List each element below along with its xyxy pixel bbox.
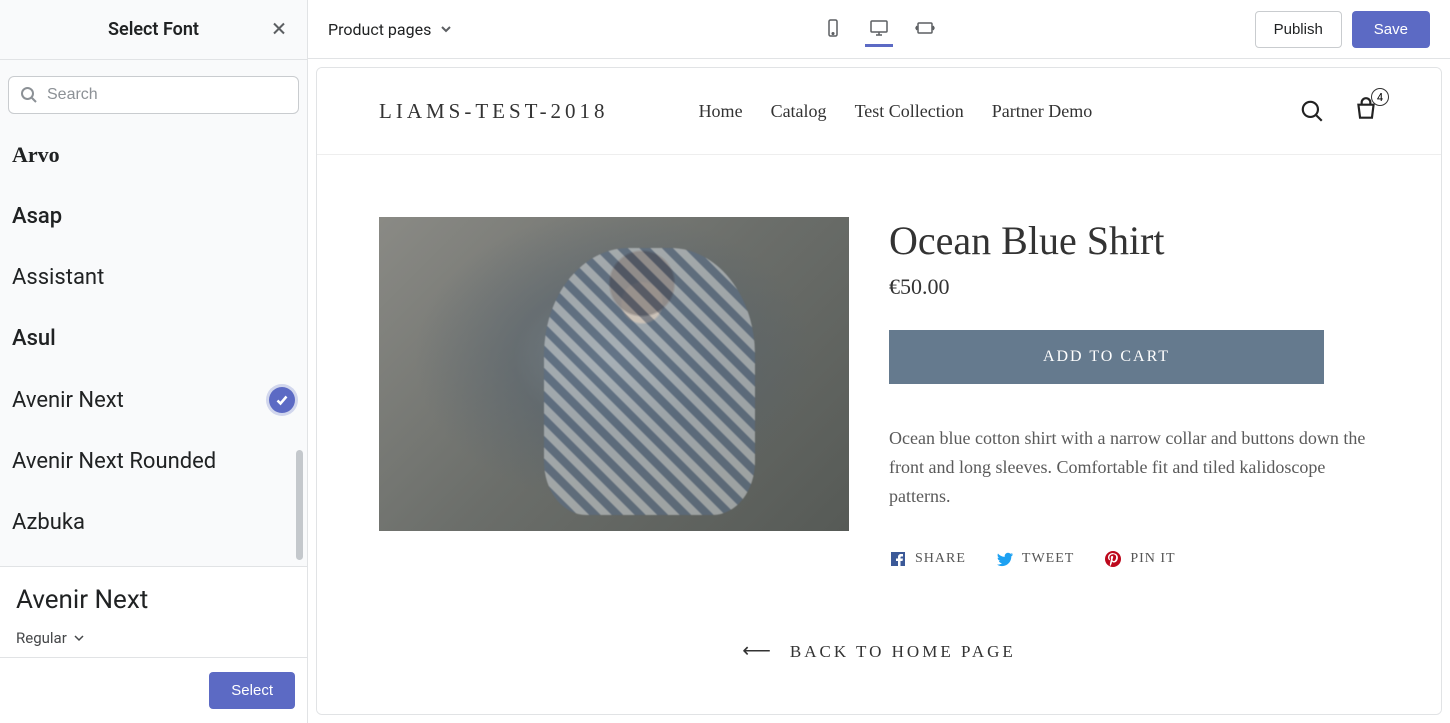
top-actions: Publish Save xyxy=(1255,11,1430,48)
cart-count-badge: 4 xyxy=(1371,88,1389,106)
share-row: SHARE TWEET PIN IT xyxy=(889,550,1379,568)
nav-home[interactable]: Home xyxy=(699,101,743,122)
nav-catalog[interactable]: Catalog xyxy=(771,101,827,122)
weight-label: Regular xyxy=(16,629,67,647)
store-header: LIAMS-TEST-2018 Home Catalog Test Collec… xyxy=(317,68,1441,155)
page-selector-label: Product pages xyxy=(328,20,431,39)
device-desktop-button[interactable] xyxy=(865,12,893,47)
font-picker-sidebar: Select Font Arvo Asap Assistant Asul Ave… xyxy=(0,0,308,723)
product-info: Ocean Blue Shirt €50.00 ADD TO CART Ocea… xyxy=(889,217,1379,568)
pin-label: PIN IT xyxy=(1130,551,1175,567)
font-name: Avenir Next Rounded xyxy=(12,449,216,474)
font-name: Asap xyxy=(12,204,62,229)
font-name: Arvo xyxy=(12,142,60,168)
font-item-assistant[interactable]: Assistant xyxy=(0,247,307,308)
font-item-avenir-next-rounded[interactable]: Avenir Next Rounded xyxy=(0,431,307,492)
sidebar-title: Select Font xyxy=(108,19,199,40)
font-name: Azbuka xyxy=(12,510,85,535)
share-facebook[interactable]: SHARE xyxy=(889,550,966,568)
store-actions: 4 xyxy=(1299,96,1379,126)
device-switcher xyxy=(819,12,939,47)
nav-test-collection[interactable]: Test Collection xyxy=(855,101,964,122)
twitter-icon xyxy=(996,550,1014,568)
share-label: SHARE xyxy=(915,551,966,567)
font-name: Avenir Next xyxy=(12,388,124,413)
font-name: Assistant xyxy=(12,265,104,290)
font-item-azbuka[interactable]: Azbuka xyxy=(0,492,307,553)
desktop-icon xyxy=(869,18,889,38)
store-nav: Home Catalog Test Collection Partner Dem… xyxy=(699,101,1093,122)
product-image[interactable] xyxy=(379,217,849,531)
font-item-avenir-next[interactable]: Avenir Next xyxy=(0,369,307,431)
fullwidth-icon xyxy=(915,18,935,38)
chevron-down-icon xyxy=(439,22,453,36)
product-title: Ocean Blue Shirt xyxy=(889,217,1379,264)
select-button[interactable]: Select xyxy=(209,672,295,709)
product-section: Ocean Blue Shirt €50.00 ADD TO CART Ocea… xyxy=(317,155,1441,598)
selected-font-panel: Avenir Next Regular xyxy=(0,566,307,657)
font-item-arvo[interactable]: Arvo xyxy=(0,124,307,186)
share-twitter[interactable]: TWEET xyxy=(996,550,1074,568)
preview-container: LIAMS-TEST-2018 Home Catalog Test Collec… xyxy=(308,59,1450,723)
back-to-home-link[interactable]: ⟵ BACK TO HOME PAGE xyxy=(317,598,1441,715)
sidebar-footer: Select xyxy=(0,657,307,723)
arrow-left-icon: ⟵ xyxy=(742,640,774,662)
add-to-cart-button[interactable]: ADD TO CART xyxy=(889,330,1324,384)
nav-partner-demo[interactable]: Partner Demo xyxy=(992,101,1092,122)
font-item-asap[interactable]: Asap xyxy=(0,186,307,247)
scrollbar-thumb[interactable] xyxy=(296,450,303,560)
font-name: Asul xyxy=(12,326,56,351)
chevron-down-icon xyxy=(73,632,85,644)
back-link-label: BACK TO HOME PAGE xyxy=(790,642,1016,661)
store-name[interactable]: LIAMS-TEST-2018 xyxy=(379,99,609,124)
search-icon xyxy=(19,85,39,105)
font-list[interactable]: Arvo Asap Assistant Asul Avenir Next Ave… xyxy=(0,124,307,566)
product-price: €50.00 xyxy=(889,274,1379,300)
topbar: Product pages Publish Save xyxy=(308,0,1450,59)
font-weight-selector[interactable]: Regular xyxy=(16,629,291,647)
tweet-label: TWEET xyxy=(1022,551,1074,567)
cart-button[interactable]: 4 xyxy=(1353,96,1379,126)
device-mobile-button[interactable] xyxy=(819,12,847,47)
pinterest-icon xyxy=(1104,550,1122,568)
publish-button[interactable]: Publish xyxy=(1255,11,1342,48)
device-fullwidth-button[interactable] xyxy=(911,12,939,47)
preview-frame: LIAMS-TEST-2018 Home Catalog Test Collec… xyxy=(316,67,1442,715)
mobile-icon xyxy=(823,18,843,38)
close-icon xyxy=(269,18,289,38)
sidebar-header: Select Font xyxy=(0,0,307,60)
save-button[interactable]: Save xyxy=(1352,11,1430,48)
facebook-icon xyxy=(889,550,907,568)
search-box[interactable] xyxy=(8,76,299,114)
selected-font-name: Avenir Next xyxy=(16,585,291,615)
selected-check-badge xyxy=(269,387,295,413)
product-description: Ocean blue cotton shirt with a narrow co… xyxy=(889,424,1369,510)
check-icon xyxy=(275,393,289,407)
search-container xyxy=(0,60,307,124)
page-selector[interactable]: Product pages xyxy=(328,20,453,39)
share-pinterest[interactable]: PIN IT xyxy=(1104,550,1175,568)
font-item-asul[interactable]: Asul xyxy=(0,308,307,369)
search-icon[interactable] xyxy=(1299,98,1325,124)
main-area: Product pages Publish Save LIAMS-TEST-20… xyxy=(308,0,1450,723)
search-input[interactable] xyxy=(47,86,288,104)
close-button[interactable] xyxy=(263,12,295,47)
